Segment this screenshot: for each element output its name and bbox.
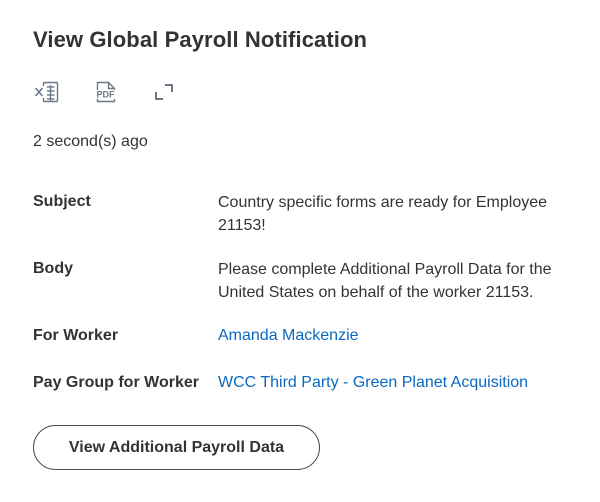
page-title: View Global Payroll Notification (33, 27, 368, 52)
subject-value: Country specific forms are ready for Emp… (218, 191, 583, 237)
subject-label: Subject (33, 193, 91, 210)
excel-export-button[interactable] (34, 80, 62, 106)
for-worker-label: For Worker (33, 327, 119, 344)
view-additional-payroll-data-button[interactable]: View Additional Payroll Data (33, 425, 320, 470)
timestamp: 2 second(s) ago (33, 133, 148, 150)
expand-icon (151, 80, 179, 104)
body-label: Body (33, 260, 73, 277)
subject-value-line-2: 21153! (218, 217, 266, 234)
body-value-line-1: Please complete Additional Payroll Data … (218, 261, 552, 278)
body-value: Please complete Additional Payroll Data … (218, 258, 583, 304)
pdf-export-icon: PDF (93, 80, 121, 104)
pdf-icon-text: PDF (97, 90, 116, 100)
pay-group-link[interactable]: WCC Third Party - Green Planet Acquisiti… (218, 374, 528, 392)
body-value-line-2: United States on behalf of the worker 21… (218, 284, 534, 301)
pay-group-label: Pay Group for Worker (33, 374, 199, 391)
expand-button[interactable] (151, 80, 179, 106)
pdf-export-button[interactable]: PDF (93, 80, 121, 106)
for-worker-link[interactable]: Amanda Mackenzie (218, 327, 359, 345)
excel-export-icon (34, 80, 62, 104)
subject-value-line-1: Country specific forms are ready for Emp… (218, 194, 548, 211)
